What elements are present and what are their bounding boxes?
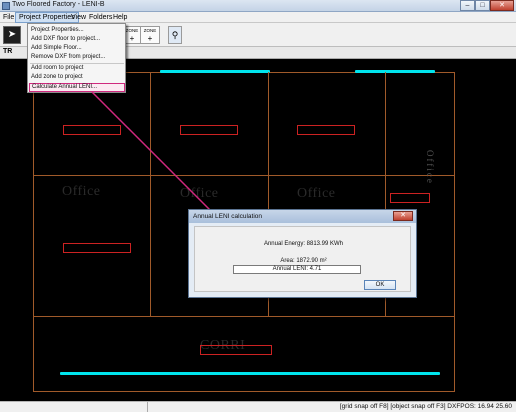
ok-button[interactable]: OK [364,280,396,290]
dialog-title: Annual LENI calculation [193,213,263,220]
minimize-button[interactable]: – [460,0,475,11]
room-label: Office [180,186,219,201]
app-icon [2,2,10,10]
status-bar: [grid snap off F8] [object snap off F3] … [0,401,516,412]
menu-item-add-dxf-floor[interactable]: Add DXF floor to project... [29,35,125,44]
status-text: [grid snap off F8] [object snap off F3] … [339,403,512,410]
menu-item-add-zone[interactable]: Add zone to project [29,73,125,82]
status-divider [147,402,149,412]
menu-help[interactable]: Help [110,12,130,23]
room-tag[interactable] [180,125,238,135]
maximize-button[interactable]: □ [475,0,490,11]
plus-icon-2: + [147,34,153,43]
cursor-icon[interactable]: ➤ [3,26,21,44]
room-tag[interactable] [63,125,121,135]
add-zone-button-2[interactable]: ZONE + [140,26,160,44]
menu-bar: File Project Properties View Folders Hel… [0,12,516,23]
annual-leni-result: Annual LENI: 4.71 [233,265,361,274]
pin-icon[interactable]: ⚲ [168,26,182,44]
menu-item-calculate-leni[interactable]: Calculate Annual LENI... [29,83,125,92]
room-label: Office [297,186,336,201]
window-title: Two Floored Factory - LENI-B [12,1,105,8]
title-bar: Two Floored Factory - LENI-B – □ ✕ [0,0,516,12]
tab-label[interactable]: TR [3,48,12,55]
partition-wall [150,72,151,317]
partition-wall [33,175,455,176]
window-controls: – □ ✕ [460,0,514,11]
menu-item-add-room[interactable]: Add room to project [29,64,125,73]
menu-item-add-simple-floor[interactable]: Add Simple Floor... [29,44,125,53]
room-label: Office [62,184,101,199]
area-text: Area: 1872.90 m² [280,258,327,264]
close-button[interactable]: ✕ [490,0,514,11]
dialog-close-button[interactable]: ✕ [393,211,413,221]
menu-item-project-properties[interactable]: Project Properties... [29,26,125,35]
window-line-bottom [60,372,440,375]
room-label-vertical: Office [425,150,435,185]
dialog-title-bar: Annual LENI calculation ✕ [189,210,416,223]
room-tag[interactable] [390,193,430,203]
leni-dialog: Annual LENI calculation ✕ Annual Energy:… [188,209,417,298]
window-line-top [160,70,270,73]
room-tag[interactable] [63,243,131,253]
annual-leni-text: Annual LENI: 4.71 [272,266,322,272]
project-properties-dropdown: Project Properties... Add DXF floor to p… [27,23,126,93]
menu-item-remove-dxf[interactable]: Remove DXF from project... [29,53,125,62]
window-line-top-right [355,70,435,73]
room-tag[interactable] [200,345,272,355]
partition-wall [33,316,455,317]
room-tag[interactable] [297,125,355,135]
annual-energy-text: Annual Energy: 8813.99 KWh [263,241,344,247]
